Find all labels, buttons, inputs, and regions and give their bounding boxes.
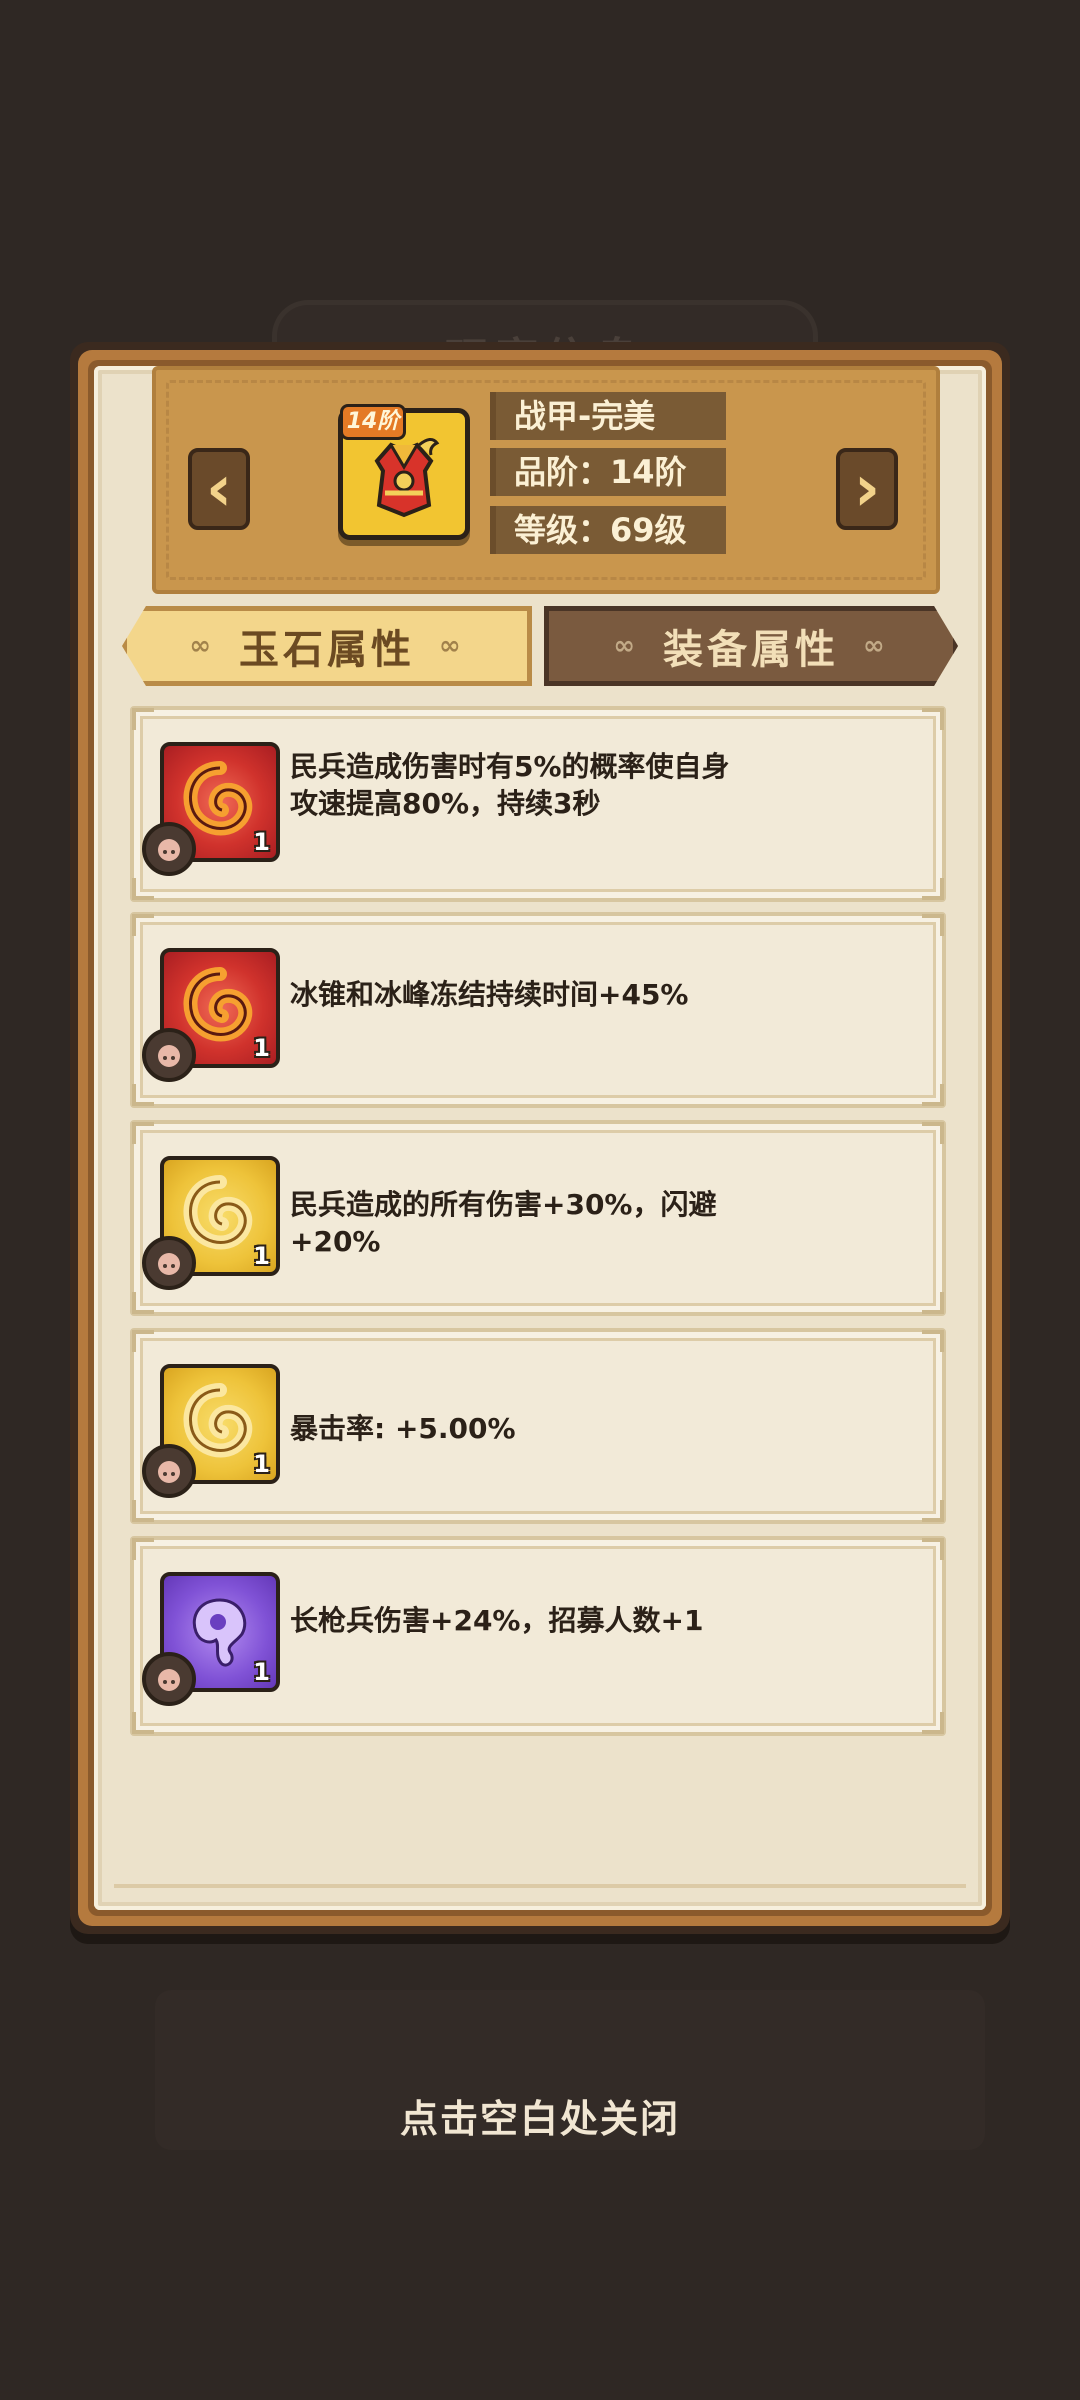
- attribute-card: 1 长枪兵伤害+24%，招募人数+1: [130, 1536, 946, 1736]
- drop-gem-icon: [192, 1598, 247, 1667]
- screen[interactable]: 玩家信息 ‹ › 14阶 战甲-完美 品阶：14阶 等级：69级 ∞ 玉石属性 …: [0, 0, 1080, 2400]
- chevron-right-icon: ›: [853, 452, 881, 526]
- attribute-text: 民兵造成的所有伤害+30%，闪避+20%: [290, 1188, 717, 1258]
- pig-badge-icon: [142, 1236, 196, 1290]
- cloud-ornament-icon: ∞: [863, 631, 889, 661]
- next-item-button[interactable]: ›: [836, 448, 898, 530]
- attribute-card: 1 冰锥和冰峰冻结持续时间+45%: [130, 912, 946, 1108]
- swirl-gem-icon: [183, 1175, 253, 1250]
- pig-badge-icon: [142, 1444, 196, 1498]
- gem-count: 1: [253, 1450, 270, 1478]
- pig-badge-icon: [142, 1652, 196, 1706]
- cloud-ornament-icon: ∞: [439, 631, 465, 661]
- gem-count: 1: [253, 1658, 270, 1686]
- pig-badge-icon: [142, 822, 196, 876]
- pig-badge-icon: [142, 1028, 196, 1082]
- gem-count: 1: [253, 1242, 270, 1270]
- attribute-card: 1 暴击率: +5.00%: [130, 1328, 946, 1524]
- swirl-gem-icon: [183, 967, 253, 1042]
- gem-count: 1: [253, 1034, 270, 1062]
- chevron-left-icon: ‹: [205, 452, 233, 526]
- attribute-text: 长枪兵伤害+24%，招募人数+1: [290, 1604, 704, 1637]
- cloud-ornament-icon: ∞: [613, 631, 639, 661]
- armor-icon: [374, 438, 440, 518]
- attribute-card: 1 民兵造成的所有伤害+30%，闪避+20%: [130, 1120, 946, 1316]
- tab-jade-attributes[interactable]: ∞ 玉石属性 ∞: [122, 606, 532, 686]
- tier-badge: 14阶: [340, 404, 406, 440]
- attribute-text: 民兵造成伤害时有5%的概率使自身攻速提高80%，持续3秒: [290, 750, 730, 820]
- close-hint-text[interactable]: 点击空白处关闭: [0, 2088, 1080, 2143]
- previous-item-button[interactable]: ‹: [188, 448, 250, 530]
- tab-jade-label: 玉石属性: [239, 627, 415, 673]
- gem-count: 1: [253, 828, 270, 856]
- item-quality: 品阶：14阶: [490, 448, 726, 496]
- tab-equipment-attributes[interactable]: ∞ 装备属性 ∞: [544, 606, 958, 686]
- swirl-gem-icon: [183, 1383, 253, 1458]
- attribute-card: 1 民兵造成伤害时有5%的概率使自身攻速提高80%，持续3秒: [130, 706, 946, 902]
- attribute-text: 暴击率: +5.00%: [290, 1412, 516, 1445]
- cloud-ornament-icon: ∞: [189, 631, 215, 661]
- tab-equipment-label: 装备属性: [663, 627, 839, 673]
- attribute-text: 冰锥和冰峰冻结持续时间+45%: [290, 978, 689, 1011]
- item-level: 等级：69级: [490, 506, 726, 554]
- item-name: 战甲-完美: [490, 392, 726, 440]
- swirl-gem-icon: [183, 761, 253, 836]
